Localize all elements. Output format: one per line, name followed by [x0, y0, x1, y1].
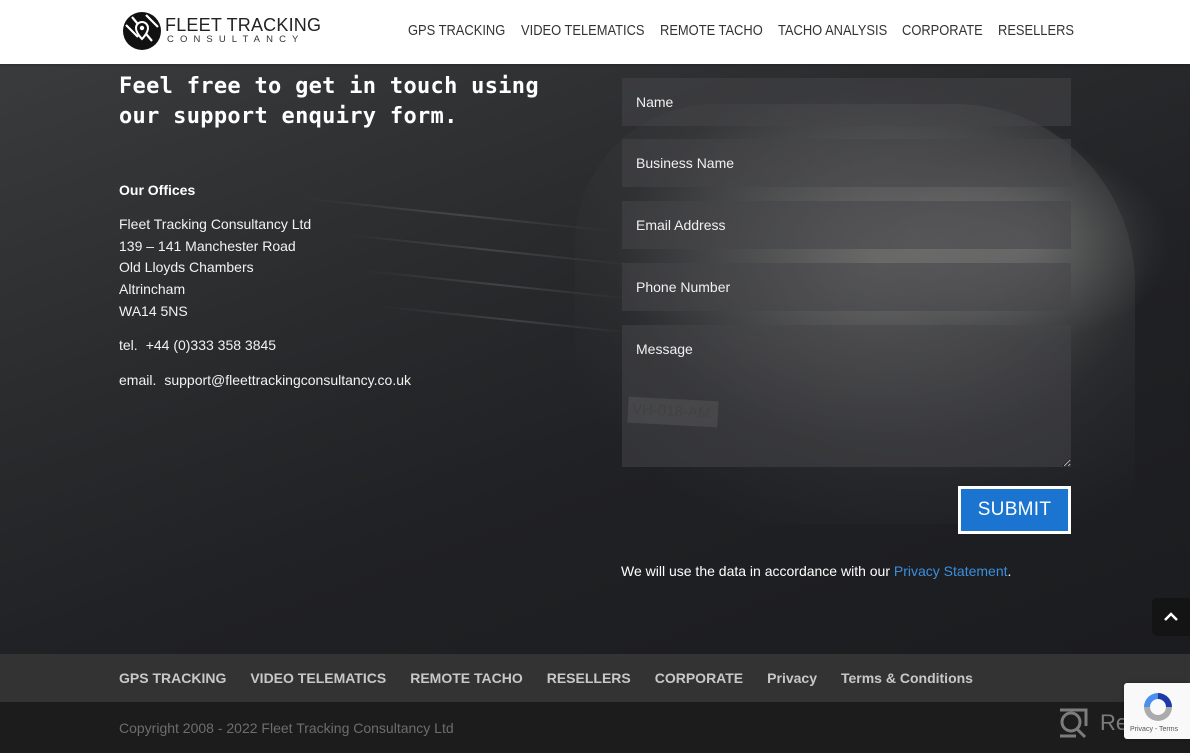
- main-nav: GPS TRACKING VIDEO TELEMATICS REMOTE TAC…: [408, 22, 1074, 39]
- nav-gps-tracking[interactable]: GPS TRACKING: [408, 22, 505, 39]
- nav-resellers[interactable]: RESELLERS: [998, 22, 1074, 39]
- recaptcha-terms[interactable]: Privacy - Terms: [1130, 726, 1178, 733]
- submit-button[interactable]: SUBMIT: [958, 486, 1071, 534]
- nav-remote-tacho[interactable]: REMOTE TACHO: [660, 22, 763, 39]
- email-contact: email. support@fleettrackingconsultancy.c…: [119, 372, 411, 388]
- office-address: Fleet Tracking Consultancy Ltd 139 – 141…: [119, 214, 311, 323]
- footer-link-video-telematics[interactable]: VIDEO TELEMATICS: [250, 670, 386, 686]
- revain-logo-icon: [1060, 708, 1088, 739]
- nav-tacho-analysis[interactable]: TACHO ANALYSIS: [778, 22, 887, 39]
- contact-section: VH-018-AM Feel free to get in touch usin…: [0, 64, 1190, 654]
- address-line: Old Lloyds Chambers: [119, 259, 254, 276]
- copyright-text: Copyright 2008 - 2022 Fleet Tracking Con…: [119, 720, 454, 736]
- footer-link-terms[interactable]: Terms & Conditions: [841, 670, 973, 686]
- nav-corporate[interactable]: CORPORATE: [902, 22, 983, 39]
- nav-video-telematics[interactable]: VIDEO TELEMATICS: [521, 22, 645, 39]
- contact-headline: Feel free to get in touch using our supp…: [119, 74, 539, 129]
- footer-link-remote-tacho[interactable]: REMOTE TACHO: [410, 670, 523, 686]
- email-value[interactable]: support@fleettrackingconsultancy.co.uk: [164, 372, 411, 388]
- address-line: Altrincham: [119, 281, 186, 298]
- name-input[interactable]: [622, 78, 1071, 126]
- message-textarea[interactable]: [622, 325, 1071, 467]
- privacy-note-suffix: .: [1007, 563, 1012, 579]
- privacy-note: We will use the data in accordance with …: [621, 563, 1011, 579]
- footer-link-gps-tracking[interactable]: GPS TRACKING: [119, 670, 226, 686]
- logo-title: FLEET TRACKING: [165, 15, 322, 35]
- site-header: FLEET TRACKING CONSULTANCY GPS TRACKING …: [0, 0, 1190, 64]
- email-label: email.: [119, 372, 157, 388]
- privacy-statement-link[interactable]: Privacy Statement: [894, 563, 1008, 579]
- tel-value[interactable]: +44 (0)333 358 3845: [146, 337, 276, 353]
- background-streak: [300, 197, 620, 233]
- address-line: Fleet Tracking Consultancy Ltd: [119, 216, 312, 232]
- footer-nav: GPS TRACKING VIDEO TELEMATICS REMOTE TAC…: [0, 654, 1190, 702]
- offices-title: Our Offices: [119, 182, 196, 198]
- footer-bottom: Copyright 2008 - 2022 Fleet Tracking Con…: [0, 702, 1190, 753]
- map-pin-globe-icon: [123, 12, 161, 50]
- address-line: 139 – 141 Manchester Road: [119, 237, 296, 254]
- recaptcha-icon: [1144, 693, 1172, 721]
- business-name-input[interactable]: [622, 139, 1071, 187]
- telephone: tel. +44 (0)333 358 3845: [119, 337, 276, 353]
- footer-link-privacy[interactable]: Privacy: [767, 670, 817, 686]
- logo-subtitle: CONSULTANCY: [167, 34, 305, 45]
- phone-number-input[interactable]: [622, 263, 1071, 311]
- footer-link-corporate[interactable]: CORPORATE: [655, 670, 743, 686]
- footer-link-resellers[interactable]: RESELLERS: [547, 670, 631, 686]
- recaptcha-badge[interactable]: Privacy - Terms: [1124, 683, 1190, 739]
- privacy-note-text: We will use the data in accordance with …: [621, 563, 894, 579]
- address-line: WA14 5NS: [119, 302, 188, 319]
- site-logo[interactable]: FLEET TRACKING CONSULTANCY: [122, 11, 321, 51]
- tel-label: tel.: [119, 337, 138, 353]
- back-to-top-button[interactable]: [1152, 598, 1190, 636]
- email-address-input[interactable]: [622, 201, 1071, 249]
- chevron-up-icon: [1164, 612, 1178, 621]
